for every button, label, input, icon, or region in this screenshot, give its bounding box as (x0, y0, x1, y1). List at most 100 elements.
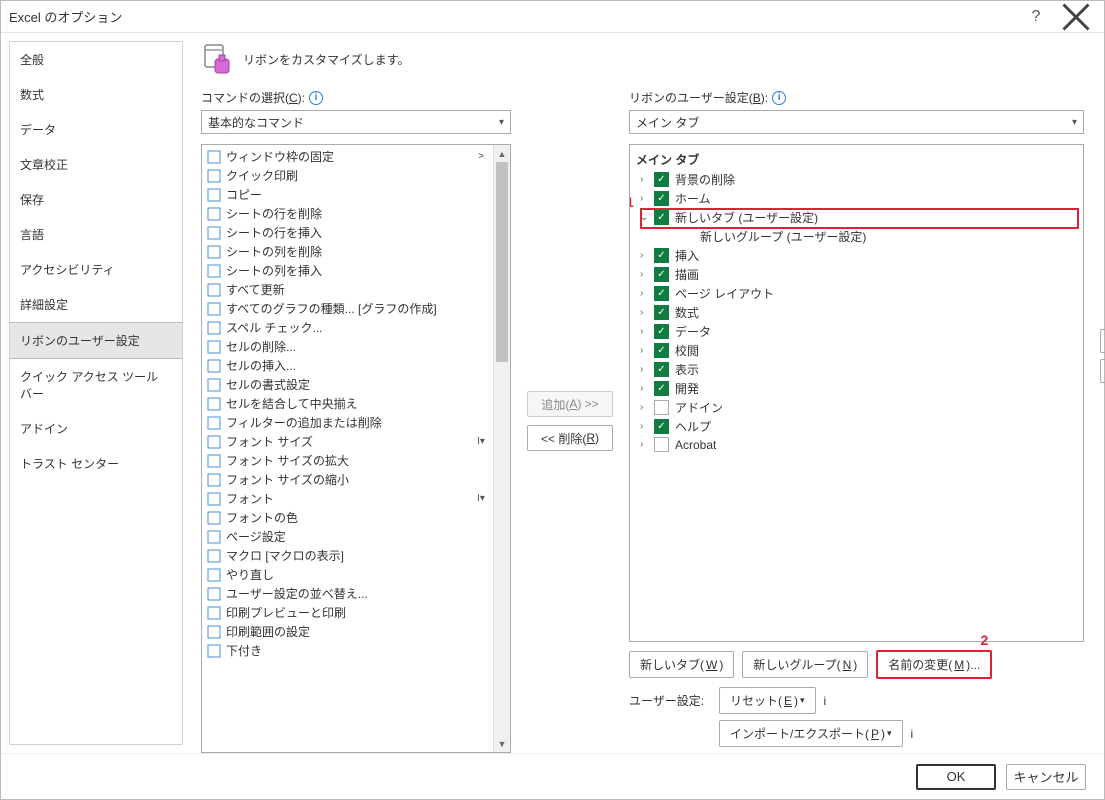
expand-chevron-icon[interactable]: › (640, 326, 652, 337)
tree-item[interactable]: ›✓描画 (632, 265, 1081, 284)
checkbox[interactable]: ✓ (654, 305, 669, 320)
reset-button[interactable]: リセット(E)▾ (719, 687, 816, 714)
expand-chevron-icon[interactable]: › (640, 345, 652, 356)
command-list-item[interactable]: ページ設定 (202, 527, 493, 546)
ribbon-tree[interactable]: メイン タブ ›✓背景の削除›✓ホーム⌄✓新しいタブ (ユーザー設定)1新しいグ… (629, 144, 1084, 642)
sidebar-item[interactable]: トラスト センター (10, 446, 182, 481)
command-list-item[interactable]: すべてのグラフの種類... [グラフの作成] (202, 299, 493, 318)
checkbox[interactable] (654, 400, 669, 415)
tree-item[interactable]: ›アドイン (632, 398, 1081, 417)
command-list-item[interactable]: ウィンドウ枠の固定> (202, 147, 493, 166)
expand-chevron-icon[interactable]: › (640, 250, 652, 261)
move-up-button[interactable]: ▲ (1100, 329, 1105, 353)
help-button[interactable]: ? (1016, 3, 1056, 31)
command-list-item[interactable]: やり直し (202, 565, 493, 584)
command-list-item[interactable]: スペル チェック... (202, 318, 493, 337)
checkbox[interactable]: ✓ (654, 324, 669, 339)
sidebar-item[interactable]: 文章校正 (10, 147, 182, 182)
tree-item[interactable]: ›Acrobat (632, 436, 1081, 453)
command-list-item[interactable]: クイック印刷 (202, 166, 493, 185)
command-list-item[interactable]: フォント サイズの縮小 (202, 470, 493, 489)
command-list-item[interactable]: すべて更新 (202, 280, 493, 299)
checkbox[interactable]: ✓ (654, 210, 669, 225)
sidebar-item[interactable]: 言語 (10, 217, 182, 252)
sidebar-item[interactable]: 保存 (10, 182, 182, 217)
checkbox[interactable]: ✓ (654, 381, 669, 396)
checkbox[interactable] (654, 437, 669, 452)
command-list-item[interactable]: ユーザー設定の並べ替え... (202, 584, 493, 603)
command-list-item[interactable]: フィルターの追加または削除 (202, 413, 493, 432)
command-list-item[interactable]: シートの行を挿入 (202, 223, 493, 242)
command-list-item[interactable]: フォント サイズの拡大 (202, 451, 493, 470)
checkbox[interactable]: ✓ (654, 286, 669, 301)
tree-item[interactable]: ›✓ページ レイアウト (632, 284, 1081, 303)
expand-chevron-icon[interactable]: › (640, 402, 652, 413)
expand-chevron-icon[interactable]: › (640, 307, 652, 318)
expand-chevron-icon[interactable]: › (640, 288, 652, 299)
new-tab-button[interactable]: 新しいタブ(W) (629, 651, 734, 678)
tree-item[interactable]: ›✓開発 (632, 379, 1081, 398)
checkbox[interactable]: ✓ (654, 191, 669, 206)
command-list-item[interactable]: シートの列を削除 (202, 242, 493, 261)
add-button[interactable]: 追加(A) >> (527, 391, 613, 417)
expand-chevron-icon[interactable]: ⌄ (640, 212, 652, 223)
command-list-item[interactable]: セルを結合して中央揃え (202, 394, 493, 413)
tree-item[interactable]: ›✓背景の削除 (632, 170, 1081, 189)
checkbox[interactable]: ✓ (654, 419, 669, 434)
checkbox[interactable]: ✓ (654, 267, 669, 282)
tree-item[interactable]: ›✓挿入 (632, 246, 1081, 265)
checkbox[interactable]: ✓ (654, 248, 669, 263)
expand-chevron-icon[interactable]: › (640, 421, 652, 432)
expand-chevron-icon[interactable]: › (640, 383, 652, 394)
scroll-up-button[interactable]: ▲ (494, 145, 510, 162)
sidebar-item[interactable]: アドイン (10, 411, 182, 446)
command-list-item[interactable]: フォントの色 (202, 508, 493, 527)
import-export-button[interactable]: インポート/エクスポート(P)▾ (719, 720, 903, 747)
scroll-down-button[interactable]: ▼ (494, 735, 510, 752)
tree-item[interactable]: ⌄✓新しいタブ (ユーザー設定) (632, 208, 1081, 227)
info-icon[interactable]: i (309, 91, 323, 105)
expand-chevron-icon[interactable]: › (640, 193, 652, 204)
close-button[interactable] (1056, 3, 1096, 31)
command-list-item[interactable]: 下付き (202, 641, 493, 660)
sidebar-item[interactable]: 全般 (10, 42, 182, 77)
command-list-item[interactable]: シートの列を挿入 (202, 261, 493, 280)
tree-item[interactable]: ›✓ホーム (632, 189, 1081, 208)
tree-item[interactable]: ›✓校閲 (632, 341, 1081, 360)
command-list-item[interactable]: セルの書式設定 (202, 375, 493, 394)
ribbon-combo[interactable]: メイン タブ ▾ (629, 110, 1084, 134)
tree-item[interactable]: ›✓データ (632, 322, 1081, 341)
expand-chevron-icon[interactable]: › (640, 364, 652, 375)
sidebar-item[interactable]: クイック アクセス ツール バー (10, 359, 182, 411)
command-list-item[interactable]: 印刷範囲の設定 (202, 622, 493, 641)
cancel-button[interactable]: キャンセル (1006, 764, 1086, 790)
scrollbar[interactable]: ▲ ▼ (493, 145, 510, 752)
scroll-thumb[interactable] (496, 162, 508, 362)
sidebar-item[interactable]: リボンのユーザー設定 (10, 322, 182, 359)
sidebar-item[interactable]: 詳細設定 (10, 287, 182, 322)
new-group-button[interactable]: 新しいグループ(N) (742, 651, 868, 678)
move-down-button[interactable]: ▼ (1100, 359, 1105, 383)
checkbox[interactable]: ✓ (654, 362, 669, 377)
command-list-item[interactable]: フォント サイズI▾ (202, 432, 493, 451)
sidebar-item[interactable]: データ (10, 112, 182, 147)
command-list-item[interactable]: セルの挿入... (202, 356, 493, 375)
checkbox[interactable]: ✓ (654, 172, 669, 187)
ok-button[interactable]: OK (916, 764, 996, 790)
expand-chevron-icon[interactable]: › (640, 174, 652, 185)
tree-item[interactable]: ›✓表示 (632, 360, 1081, 379)
sidebar-item[interactable]: アクセシビリティ (10, 252, 182, 287)
commands-listbox[interactable]: ウィンドウ枠の固定>クイック印刷コピーシートの行を削除シートの行を挿入シートの列… (201, 144, 511, 753)
info-icon[interactable]: i (911, 727, 914, 741)
sidebar-item[interactable]: 数式 (10, 77, 182, 112)
tree-item[interactable]: 新しいグループ (ユーザー設定) (632, 227, 1081, 246)
tree-item[interactable]: ›✓ヘルプ (632, 417, 1081, 436)
remove-button[interactable]: << 削除(R) (527, 425, 613, 451)
info-icon[interactable]: i (772, 91, 786, 105)
expand-chevron-icon[interactable]: › (640, 269, 652, 280)
command-list-item[interactable]: シートの行を削除 (202, 204, 493, 223)
commands-combo[interactable]: 基本的なコマンド ▾ (201, 110, 511, 134)
command-list-item[interactable]: コピー (202, 185, 493, 204)
command-list-item[interactable]: マクロ [マクロの表示] (202, 546, 493, 565)
checkbox[interactable]: ✓ (654, 343, 669, 358)
